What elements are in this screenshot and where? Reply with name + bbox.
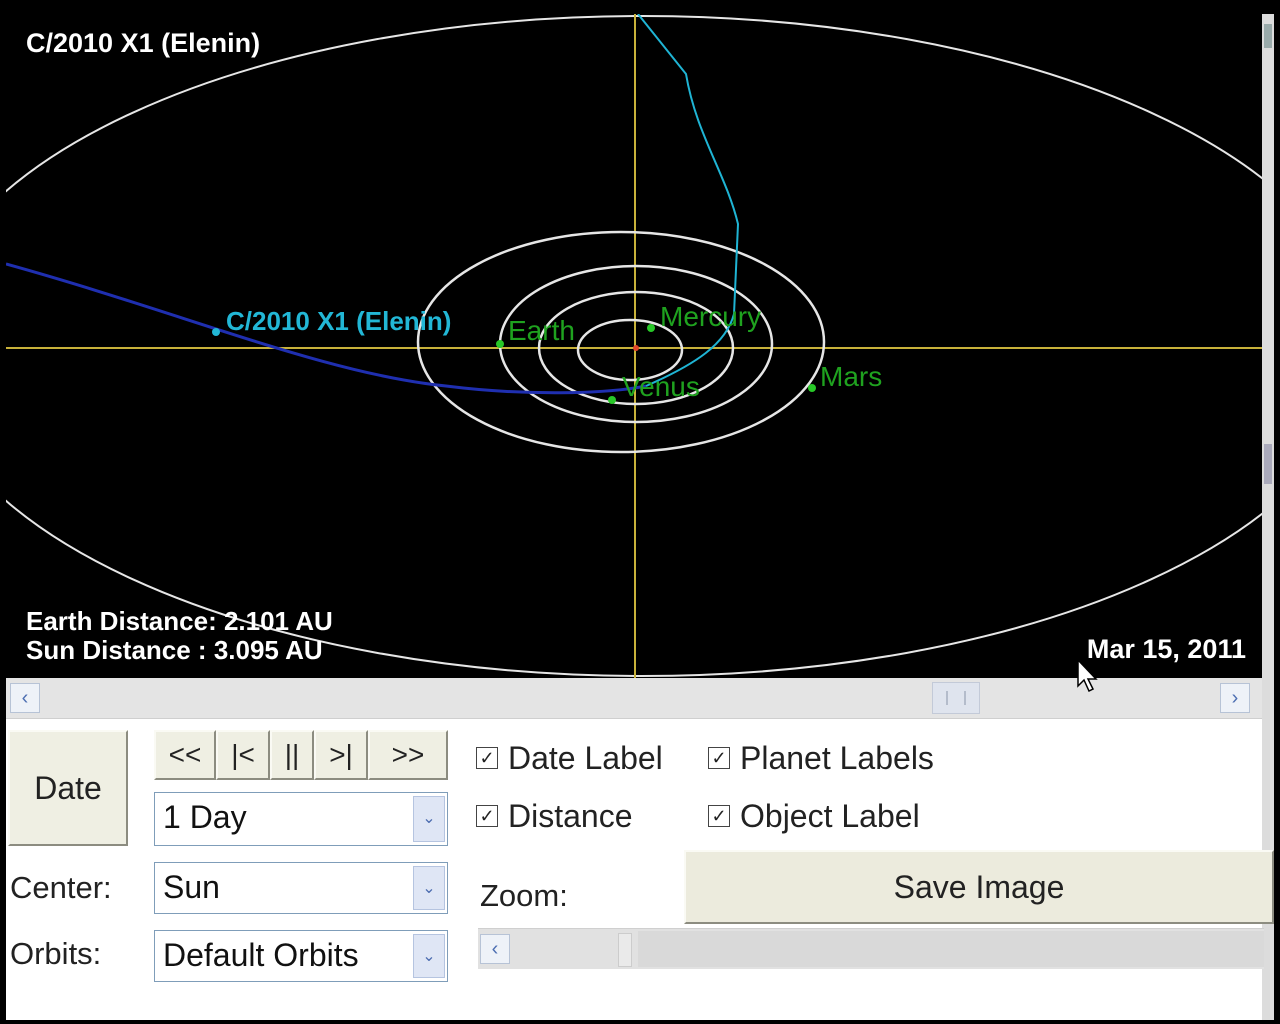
grip-icon: [946, 691, 966, 705]
planet-label-earth: Earth: [508, 315, 575, 346]
object-label-checkbox-text: Object Label: [740, 798, 920, 834]
checkmark-icon[interactable]: ✓: [708, 746, 730, 769]
step-select-value: 1 Day: [163, 799, 247, 835]
orbits-select-value: Default Orbits: [163, 937, 359, 973]
orbit-diagram: Earth Mercury Venus Mars C/2010 X1 (Elen…: [6, 14, 1262, 678]
planet-labels-checkbox-text: Planet Labels: [740, 740, 934, 776]
step-select[interactable]: 1 Day ⌄: [154, 792, 448, 846]
time-scrollbar-thumb[interactable]: [932, 682, 980, 714]
sun-distance: Sun Distance : 3.095 AU: [26, 635, 323, 665]
date-button[interactable]: Date: [8, 730, 128, 846]
center-select-value: Sun: [163, 869, 220, 905]
date-label-checkbox[interactable]: ✓ Date Label: [476, 740, 663, 777]
center-label: Center:: [10, 870, 112, 905]
object-label-checkbox[interactable]: ✓ Object Label: [708, 798, 920, 835]
checkmark-icon[interactable]: ✓: [476, 804, 498, 827]
pause-button[interactable]: ||: [270, 730, 314, 780]
checkmark-icon[interactable]: ✓: [708, 804, 730, 827]
date-label-checkbox-text: Date Label: [508, 740, 663, 776]
sun-marker: [633, 345, 639, 351]
mouse-pointer-icon: [1077, 658, 1098, 693]
planet-label-mercury: Mercury: [660, 301, 761, 332]
planet-label-mars: Mars: [820, 361, 882, 392]
date-label: Mar 15, 2011: [1086, 634, 1246, 664]
planet-labels-checkbox[interactable]: ✓ Planet Labels: [708, 740, 934, 777]
venus-marker: [608, 396, 616, 404]
checkmark-icon[interactable]: ✓: [476, 746, 498, 769]
strip-marker-top: [1264, 24, 1272, 48]
zoom-slider-thumb[interactable]: [618, 933, 632, 967]
rewind-button[interactable]: <<: [154, 730, 216, 780]
save-image-button[interactable]: Save Image: [684, 850, 1274, 924]
orbits-select[interactable]: Default Orbits ⌄: [154, 930, 448, 982]
mars-marker: [808, 384, 816, 392]
mars-orbit: [416, 230, 826, 454]
earth-marker: [496, 340, 504, 348]
chevron-left-icon[interactable]: ‹: [10, 683, 40, 713]
chevron-down-icon[interactable]: ⌄: [413, 796, 445, 842]
chevron-down-icon[interactable]: ⌄: [413, 866, 445, 910]
mercury-marker: [647, 324, 655, 332]
orbits-label: Orbits:: [10, 936, 102, 971]
center-select[interactable]: Sun ⌄: [154, 862, 448, 914]
earth-distance: Earth Distance: 2.101 AU: [26, 606, 333, 636]
step-forward-button[interactable]: >|: [314, 730, 368, 780]
strip-marker-mid: [1264, 444, 1272, 484]
view-title: C/2010 X1 (Elenin): [26, 28, 261, 58]
zoom-slider-track: [638, 931, 1264, 967]
planet-label-venus: Venus: [622, 371, 700, 402]
step-back-button[interactable]: |<: [216, 730, 270, 780]
distance-checkbox-text: Distance: [508, 798, 633, 834]
chevron-left-icon[interactable]: ‹: [480, 934, 510, 964]
orbit-viewer-app: Earth Mercury Venus Mars C/2010 X1 (Elen…: [6, 14, 1274, 1020]
comet-marker: [212, 328, 220, 336]
zoom-slider[interactable]: ‹: [478, 928, 1264, 969]
orbit-canvas[interactable]: Earth Mercury Venus Mars C/2010 X1 (Elen…: [6, 14, 1262, 678]
distance-checkbox[interactable]: ✓ Distance: [476, 798, 633, 835]
time-scrollbar[interactable]: ‹ ›: [6, 678, 1262, 719]
fast-forward-button[interactable]: >>: [368, 730, 448, 780]
zoom-label: Zoom:: [480, 878, 568, 913]
app-frame: Earth Mercury Venus Mars C/2010 X1 (Elen…: [0, 0, 1280, 1024]
chevron-right-icon[interactable]: ›: [1220, 683, 1250, 713]
chevron-down-icon[interactable]: ⌄: [413, 934, 445, 978]
object-label: C/2010 X1 (Elenin): [226, 306, 451, 336]
